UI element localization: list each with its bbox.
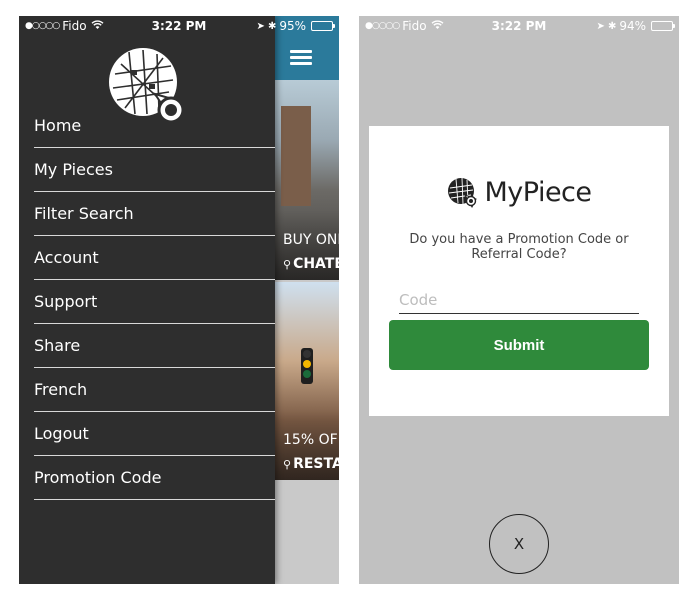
- menu-item-my-pieces[interactable]: My Pieces: [34, 148, 275, 192]
- close-dialog-button[interactable]: X: [489, 514, 549, 574]
- status-right: ➤ ✱ 94%: [596, 19, 675, 33]
- status-right: ➤ ✱ 95%: [256, 19, 335, 33]
- offer-location: ⚲ RESTA: [283, 456, 339, 472]
- battery-percent: 95%: [279, 19, 306, 33]
- menu-item-account[interactable]: Account: [34, 236, 275, 280]
- right-screen: ●○○○○ Fido 3:22 PM ➤ ✱ 94% MyPiece Do yo…: [359, 16, 679, 584]
- offer-card[interactable]: BUY ONI ⚲ CHATE: [275, 80, 339, 280]
- promo-prompt-text: Do you have a Promotion Code or Referral…: [409, 232, 629, 262]
- submit-button[interactable]: Submit: [389, 320, 649, 370]
- menu-item-logout[interactable]: Logout: [34, 412, 275, 456]
- menu-item-support[interactable]: Support: [34, 280, 275, 324]
- location-pin-icon: ⚲: [283, 458, 292, 471]
- side-drawer: Home My Pieces Filter Search Account Sup…: [19, 16, 275, 584]
- bluetooth-icon: ✱: [267, 20, 277, 32]
- battery-icon: [651, 21, 675, 31]
- mypiece-logo-icon: [448, 177, 478, 208]
- offer-card[interactable]: 15% OF ⚲ RESTA: [275, 282, 339, 480]
- menu-item-promotion-code[interactable]: Promotion Code: [34, 456, 275, 500]
- building-image: [281, 106, 311, 206]
- location-pin-icon: ⚲: [283, 258, 292, 271]
- menu-item-filter-search[interactable]: Filter Search: [34, 192, 275, 236]
- promo-code-dialog: MyPiece Do you have a Promotion Code or …: [369, 126, 669, 416]
- promo-code-input[interactable]: [399, 288, 639, 314]
- offer-location: ⚲ CHATE: [283, 256, 339, 272]
- brand-name: MyPiece: [484, 176, 592, 208]
- offer-title: BUY ONI: [283, 232, 339, 248]
- location-arrow-icon: ➤: [596, 20, 605, 32]
- bluetooth-icon: ✱: [607, 20, 617, 32]
- left-screen: ●○○○○ Fido 3:22 PM ➤ ✱ 95% BUY ONI ⚲ CHAT…: [19, 16, 339, 584]
- battery-percent: 94%: [619, 19, 646, 33]
- brand-header: MyPiece: [369, 176, 669, 208]
- menu-item-french[interactable]: French: [34, 368, 275, 412]
- main-content-peek: BUY ONI ⚲ CHATE 15% OF ⚲ RESTA: [275, 16, 339, 584]
- battery-icon: [311, 21, 335, 31]
- hamburger-menu-icon[interactable]: [290, 50, 312, 66]
- menu-item-home[interactable]: Home: [34, 104, 275, 148]
- drawer-menu: Home My Pieces Filter Search Account Sup…: [34, 104, 275, 500]
- status-bar: ●○○○○ Fido 3:22 PM ➤ ✱ 95%: [19, 16, 339, 36]
- status-bar: ●○○○○ Fido 3:22 PM ➤ ✱ 94%: [359, 16, 679, 36]
- offer-title: 15% OF: [283, 432, 338, 448]
- traffic-light-image: [301, 348, 313, 384]
- location-arrow-icon: ➤: [256, 20, 265, 32]
- menu-item-share[interactable]: Share: [34, 324, 275, 368]
